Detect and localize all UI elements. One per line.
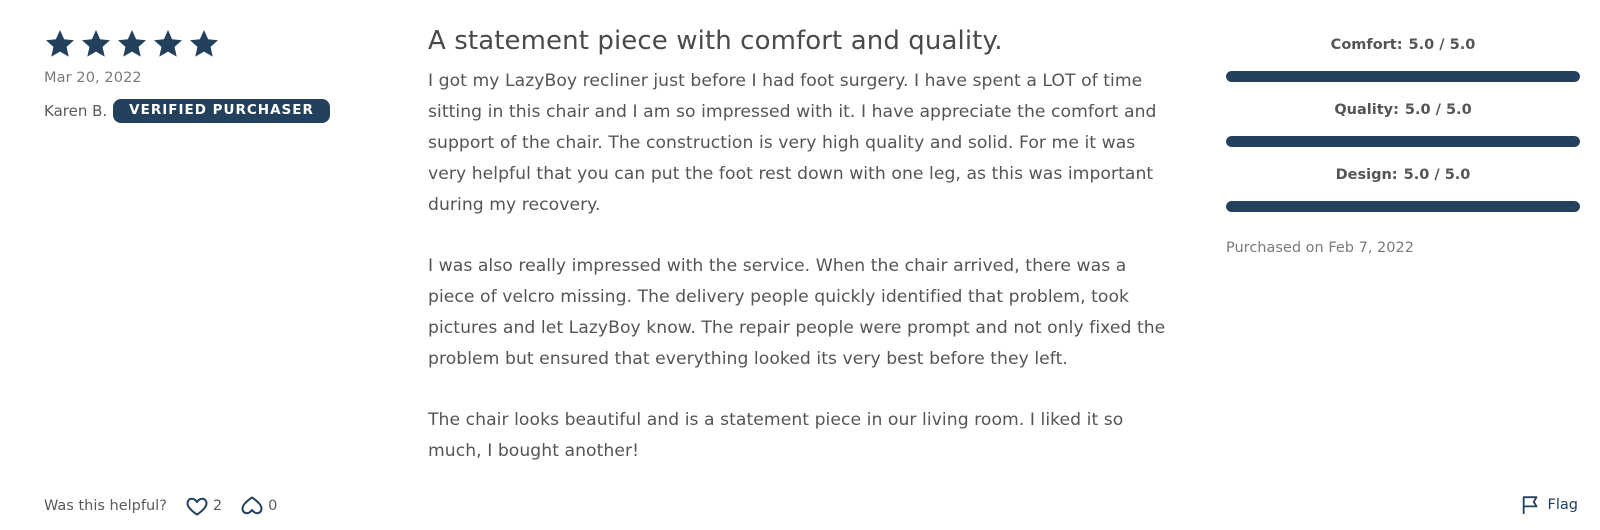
review-date: Mar 20, 2022 [44, 70, 142, 86]
rating-value: 5.0 / 5.0 [1408, 37, 1476, 53]
star-icon [46, 30, 74, 57]
rating-bar-fill [1226, 136, 1580, 147]
rating-breakdown: Comfort: 5.0 / 5.0 Quality: 5.0 / 5.0 Desi… [1226, 37, 1580, 256]
rating-value: 5.0 / 5.0 [1404, 102, 1472, 118]
heart-icon [186, 497, 208, 516]
heart-outline-down-icon [241, 496, 263, 515]
helpful-yes-count: 2 [212, 498, 223, 514]
flag-button[interactable]: Flag [1520, 494, 1578, 516]
rating-design: Design: 5.0 / 5.0 [1226, 167, 1580, 212]
rating-label: Design: [1335, 167, 1398, 183]
reviewer-info: Karen B. VERIFIED PURCHASER [44, 99, 374, 123]
flag-label: Flag [1547, 497, 1578, 513]
rating-comfort: Comfort: 5.0 / 5.0 [1226, 37, 1580, 82]
reviewer-column: Mar 20, 2022 Karen B. VERIFIED PURCHASER [44, 28, 374, 123]
verified-purchaser-badge: VERIFIED PURCHASER [113, 99, 330, 123]
review-paragraph: I got my LazyBoy recliner just before I … [428, 71, 1157, 215]
review-body: A statement piece with comfort and quali… [428, 26, 1168, 497]
star-icon [190, 30, 218, 57]
helpful-no-button[interactable]: 0 [240, 494, 277, 518]
rating-bar [1226, 71, 1580, 82]
helpful-prompt: Was this helpful? [44, 498, 167, 514]
flag-icon [1522, 496, 1537, 515]
star-icon [118, 30, 146, 57]
reviewer-name: Karen B. [44, 102, 108, 120]
rating-label: Quality: [1334, 102, 1399, 118]
review-paragraph: I was also really impressed with the ser… [428, 256, 1166, 369]
star-icon [82, 30, 110, 57]
helpful-no-count: 0 [268, 498, 278, 514]
helpful-yes-button[interactable]: 2 [185, 494, 222, 518]
rating-bar [1226, 136, 1580, 147]
review-title: A statement piece with comfort and quali… [428, 26, 1003, 56]
purchase-date: Purchased on Feb 7, 2022 [1226, 240, 1414, 256]
helpful-section: Was this helpful? 2 0 [44, 494, 277, 518]
rating-bar-fill [1226, 71, 1580, 82]
rating-label: Comfort: [1330, 37, 1403, 53]
rating-bar [1226, 201, 1580, 212]
star-rating [44, 28, 374, 60]
rating-quality: Quality: 5.0 / 5.0 [1226, 102, 1580, 147]
star-icon [154, 30, 182, 57]
rating-bar-fill [1226, 201, 1580, 212]
review-paragraph: The chair looks beautiful and is a state… [428, 410, 1124, 461]
rating-value: 5.0 / 5.0 [1403, 167, 1471, 183]
